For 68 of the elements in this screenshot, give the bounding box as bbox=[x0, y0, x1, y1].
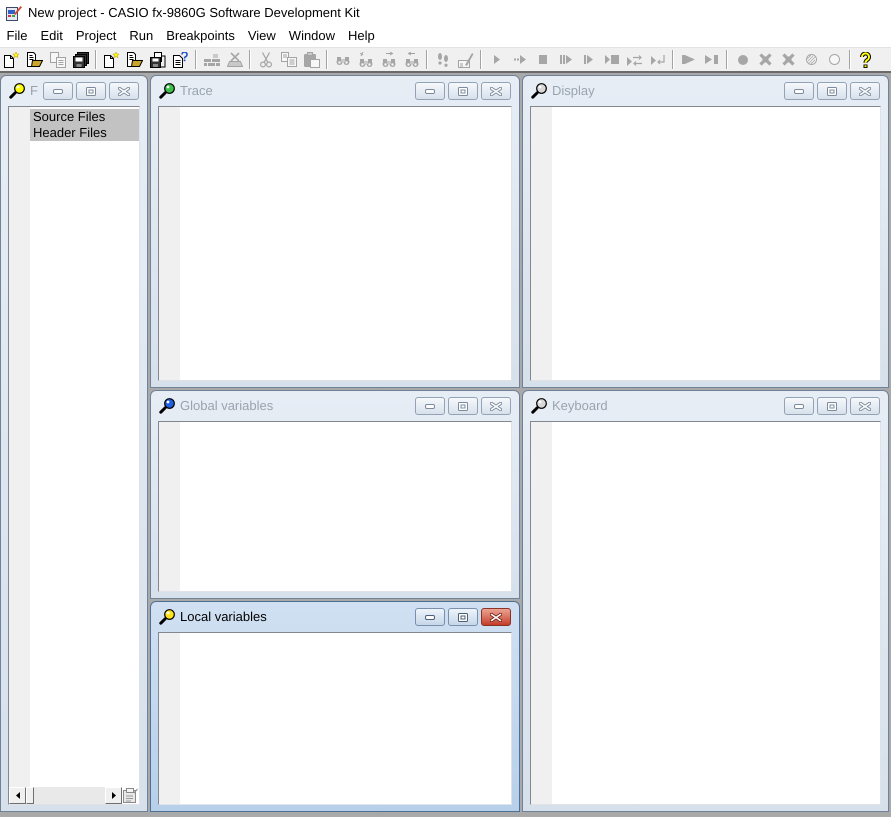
scrollbar-thumb[interactable] bbox=[26, 787, 34, 804]
magnifier-icon bbox=[9, 83, 25, 99]
scroll-right-button[interactable] bbox=[105, 787, 122, 804]
maximize-button[interactable] bbox=[76, 82, 106, 100]
new-page-icon[interactable] bbox=[104, 52, 119, 68]
minimize-button[interactable] bbox=[415, 82, 445, 100]
pane-title: F bbox=[30, 83, 38, 99]
pane-title: Trace bbox=[180, 83, 213, 99]
pane-title: Local variables bbox=[180, 609, 267, 625]
maximize-icon bbox=[458, 86, 468, 96]
close-icon bbox=[490, 86, 502, 96]
pane-title: Global variables bbox=[180, 398, 274, 414]
minimize-icon bbox=[425, 614, 435, 620]
scroll-left-button[interactable] bbox=[9, 787, 26, 804]
minimize-icon bbox=[425, 404, 435, 408]
right-arrow-icon bbox=[112, 792, 116, 799]
tree-item[interactable]: Header Files bbox=[30, 125, 139, 141]
maximize-button[interactable] bbox=[817, 397, 847, 415]
help-icon[interactable] bbox=[860, 52, 871, 68]
maximize-button[interactable] bbox=[448, 608, 478, 626]
menu-item[interactable]: Run bbox=[122, 27, 160, 45]
minimize-button[interactable] bbox=[415, 397, 445, 415]
pane-title: Display bbox=[552, 83, 595, 99]
minimize-icon bbox=[53, 88, 63, 94]
close-icon bbox=[118, 86, 130, 96]
menu-item[interactable]: Breakpoints bbox=[160, 27, 242, 45]
close-icon bbox=[859, 86, 871, 96]
maximize-icon bbox=[827, 402, 837, 410]
app-icon bbox=[6, 4, 22, 20]
menu-item[interactable]: Project bbox=[69, 27, 123, 45]
maximize-icon bbox=[86, 86, 96, 96]
magnifier-icon bbox=[159, 609, 175, 625]
maximize-icon bbox=[458, 402, 468, 410]
tree-item[interactable]: Source Files bbox=[30, 109, 139, 125]
magnifier-icon bbox=[159, 83, 175, 99]
page-folder-icon[interactable] bbox=[126, 52, 142, 67]
window-title: New project - CASIO fx-9860G Software Development Kit bbox=[28, 4, 360, 20]
menu-item[interactable]: Edit bbox=[34, 27, 70, 45]
magnifier-icon bbox=[531, 83, 547, 99]
close-button[interactable] bbox=[481, 608, 511, 626]
pane-title: Keyboard bbox=[552, 398, 608, 414]
magnifier-icon bbox=[531, 398, 547, 414]
menu-item[interactable]: Window bbox=[282, 27, 342, 45]
minimize-icon bbox=[794, 404, 804, 408]
maximize-icon bbox=[458, 612, 468, 622]
floppy-disks-icon[interactable] bbox=[72, 52, 88, 68]
maximize-icon bbox=[827, 86, 837, 96]
page-disk-icon[interactable] bbox=[150, 52, 166, 68]
minimize-icon bbox=[794, 88, 804, 94]
menu-item[interactable]: View bbox=[241, 27, 282, 45]
minimize-button[interactable] bbox=[784, 82, 814, 100]
maximize-button[interactable] bbox=[817, 82, 847, 100]
maximize-button[interactable] bbox=[448, 397, 478, 415]
minimize-button[interactable] bbox=[415, 608, 445, 626]
menu-item[interactable]: File bbox=[0, 27, 34, 45]
maximize-button[interactable] bbox=[448, 82, 478, 100]
minimize-button[interactable] bbox=[784, 397, 814, 415]
close-icon bbox=[490, 612, 502, 622]
page-folder-icon[interactable] bbox=[26, 52, 42, 67]
new-page-icon[interactable] bbox=[4, 52, 19, 68]
minimize-icon bbox=[425, 88, 435, 94]
magnifier-icon bbox=[159, 398, 175, 414]
left-arrow-icon bbox=[16, 792, 20, 799]
close-icon bbox=[490, 402, 502, 410]
page-question-icon[interactable] bbox=[173, 52, 188, 68]
menu-item[interactable]: Help bbox=[342, 27, 382, 45]
minimize-button[interactable] bbox=[43, 82, 73, 100]
close-icon bbox=[859, 402, 871, 410]
